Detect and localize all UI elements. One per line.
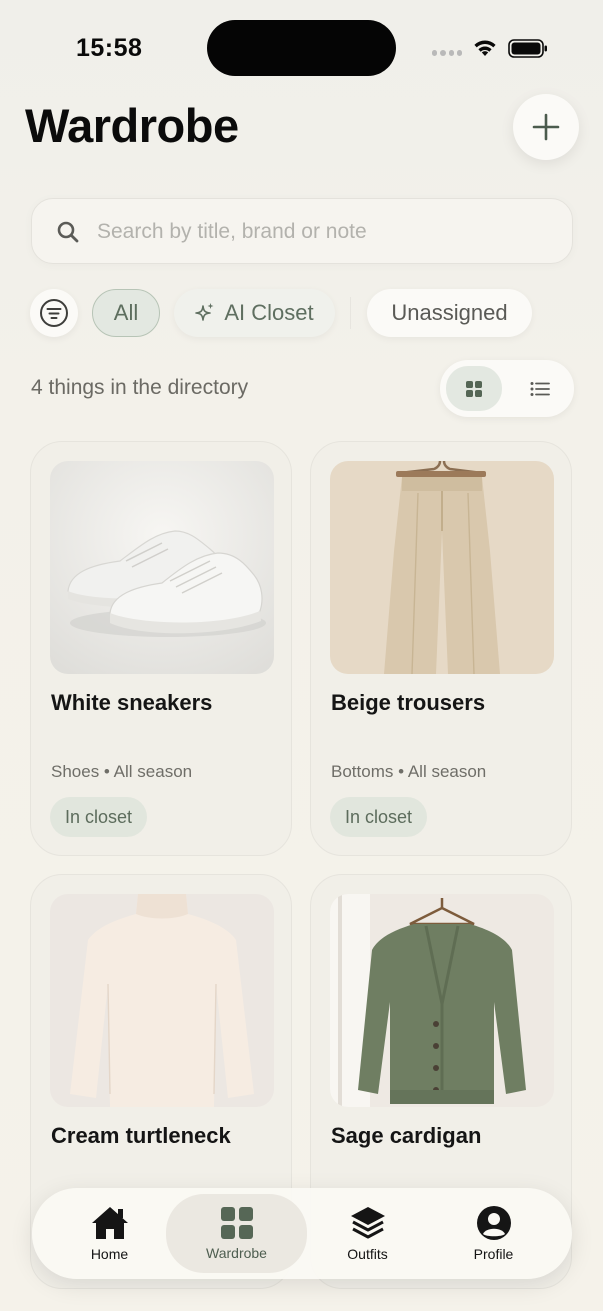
tab-label: Wardrobe [206,1245,267,1261]
wardrobe-item-card[interactable]: White sneakers Shoes • All season In clo… [30,441,292,856]
wifi-icon [474,40,496,56]
item-title: White sneakers [51,690,213,715]
tab-label: Outfits [347,1246,388,1262]
battery-icon [508,39,547,58]
tab-profile[interactable]: Profile [426,1194,561,1273]
add-item-button[interactable] [513,94,579,160]
plus-icon [532,113,560,141]
grid-icon [466,380,482,397]
sparkle-icon [195,303,214,321]
item-photo-turtleneck [50,894,274,1107]
meta-separator: • [393,762,408,781]
tab-bar: Home Wardrobe Outfits Profile [32,1188,572,1279]
layers-icon [350,1207,385,1239]
item-photo-sneakers [50,461,274,674]
person-icon [476,1206,511,1240]
item-meta: Shoes • All season [51,762,192,782]
item-category: Shoes [51,762,100,781]
status-badge: In closet [330,797,428,837]
item-photo-trousers [330,461,554,674]
item-category: Bottoms [331,762,394,781]
grid-icon [220,1207,253,1239]
dynamic-island [207,20,396,76]
cellular-signal-icon [432,50,462,58]
home-icon [91,1207,128,1239]
filter-icon [40,299,68,327]
filter-chip-unassigned[interactable]: Unassigned [367,289,532,337]
meta-separator: • [99,762,114,781]
search-icon [57,221,79,243]
item-title: Beige trousers [331,690,486,715]
view-mode-toggle [440,360,574,417]
filter-chip-ai-closet[interactable]: AI Closet [174,289,335,337]
tab-home[interactable]: Home [42,1194,177,1273]
chip-label: All [113,300,139,325]
status-badge: In closet [50,797,148,837]
list-view-button[interactable] [512,366,568,411]
item-season: All season [113,762,193,781]
filter-button[interactable] [30,289,78,337]
chip-divider [350,297,351,329]
grid-view-button[interactable] [446,366,502,411]
item-meta: Bottoms • All season [331,762,486,782]
status-bar: 15:58 [0,0,603,90]
item-count-label: 4 things in the directory [31,376,249,399]
tab-wardrobe[interactable]: Wardrobe [166,1194,307,1273]
chip-label: Unassigned [391,300,508,325]
page-title: Wardrobe [25,99,239,152]
tab-label: Profile [473,1246,514,1262]
tab-label: Home [90,1246,129,1262]
item-title: Sage cardigan [331,1123,482,1148]
search-input[interactable]: Search by title, brand or note [31,198,573,264]
filter-chip-all[interactable]: All [92,289,160,337]
tab-outfits[interactable]: Outfits [300,1194,435,1273]
status-time: 15:58 [76,34,143,62]
list-icon [530,381,550,396]
wardrobe-item-card[interactable]: Beige trousers Bottoms • All season In c… [310,441,572,856]
chip-label: AI Closet [224,300,314,325]
item-title: Cream turtleneck [51,1123,231,1148]
search-placeholder: Search by title, brand or note [97,220,367,243]
item-season: All season [407,762,487,781]
item-photo-cardigan [330,894,554,1107]
